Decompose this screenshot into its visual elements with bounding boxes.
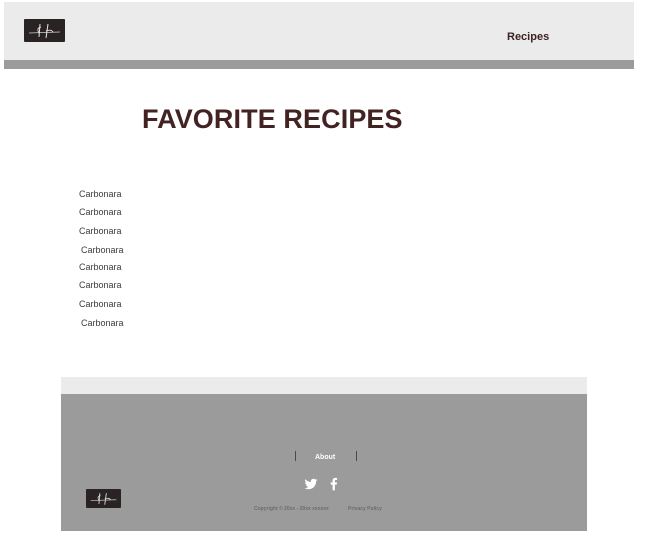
- recipe-link[interactable]: Carbonara: [79, 299, 122, 310]
- nav-recipes-link[interactable]: Recipes: [507, 31, 549, 44]
- footer-separator: [356, 451, 357, 461]
- recipe-link[interactable]: Carbonara: [79, 189, 122, 200]
- recipe-link[interactable]: Carbonara: [81, 318, 124, 329]
- recipe-link[interactable]: Carbonara: [81, 245, 124, 256]
- page-title: FAVORITE RECIPES: [142, 104, 403, 134]
- recipe-link[interactable]: Carbonara: [79, 280, 122, 291]
- copyright-text: Copyright © 20xx - 20xx xxxxxx: [254, 506, 329, 512]
- footer-about-link[interactable]: About: [315, 453, 335, 462]
- footer-separator: [295, 451, 296, 461]
- twitter-icon[interactable]: [304, 477, 318, 491]
- footer-logo[interactable]: [86, 489, 121, 508]
- footer-top-band: [61, 377, 587, 394]
- header-divider-bar: [4, 60, 634, 69]
- privacy-policy-link[interactable]: Privacy Policy: [348, 506, 382, 513]
- facebook-icon[interactable]: [327, 477, 341, 491]
- recipe-link[interactable]: Carbonara: [79, 226, 122, 237]
- lf-signature-icon: [28, 23, 61, 39]
- site-logo[interactable]: [24, 19, 65, 42]
- recipe-link[interactable]: Carbonara: [79, 207, 122, 218]
- recipe-link[interactable]: Carbonara: [79, 262, 122, 273]
- lf-signature-icon: [90, 493, 117, 505]
